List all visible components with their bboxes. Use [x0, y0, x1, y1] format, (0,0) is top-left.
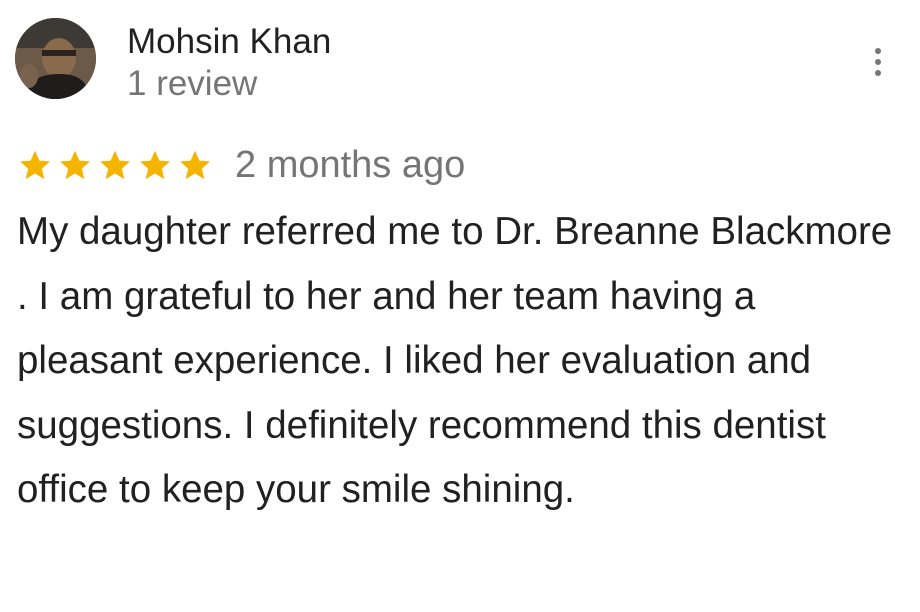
star-icon [137, 147, 173, 183]
more-vertical-icon [875, 48, 881, 54]
more-vertical-icon-dot [875, 59, 881, 65]
user-avatar-icon [15, 18, 96, 99]
avatar[interactable] [15, 18, 96, 99]
reviewer-review-count: 1 review [127, 64, 258, 103]
star-icon [17, 147, 53, 183]
review-date: 2 months ago [235, 144, 466, 186]
review-text: My daughter referred me to Dr. Breanne B… [17, 210, 893, 511]
more-vertical-icon-dot [875, 70, 881, 76]
star-icon [177, 147, 213, 183]
star-rating [17, 147, 213, 183]
more-options-button[interactable] [860, 40, 896, 84]
star-icon [97, 147, 133, 183]
star-icon [57, 147, 93, 183]
rating-row: 2 months ago [17, 142, 465, 188]
reviewer-name[interactable]: Mohsin Khan [127, 20, 331, 64]
review-card: Mohsin Khan 1 review 2 months ago My dau… [0, 0, 920, 612]
